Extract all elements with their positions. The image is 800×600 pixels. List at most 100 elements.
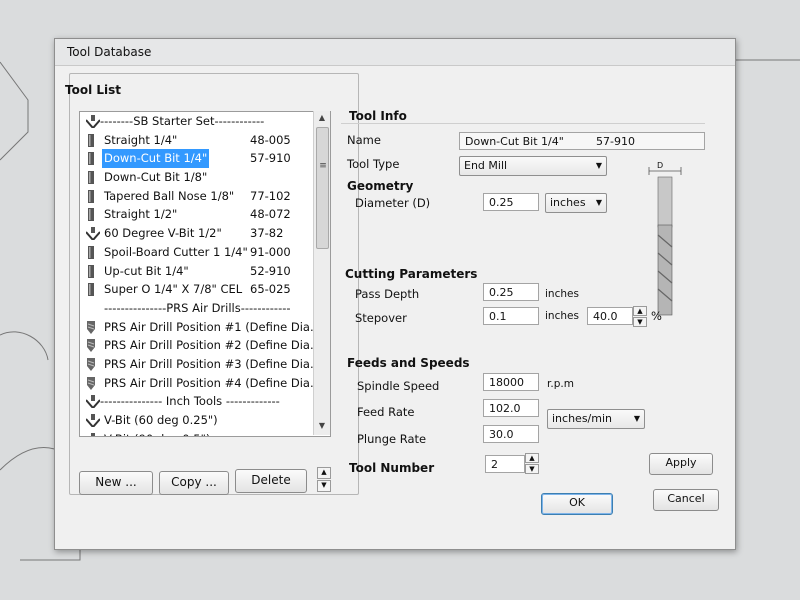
stepover-percent-input[interactable]: 40.0 [587, 307, 633, 325]
delete-button[interactable]: Delete [235, 469, 307, 493]
tool-list-scrollbar[interactable]: ▲ ≡ ▼ [313, 111, 330, 435]
list-group-header[interactable]: ---------------PRS Air Drills-----------… [80, 299, 330, 318]
percent-sign: % [651, 309, 662, 323]
title-bar: Tool Database [55, 39, 735, 66]
tool-name: Tapered Ball Nose 1/8" [104, 188, 235, 203]
rate-units-value: inches/min [552, 412, 612, 425]
window-title: Tool Database [67, 45, 152, 59]
tool-database-dialog: Tool Database Tool List --------SB Start… [54, 38, 736, 550]
end-mill-icon [86, 152, 96, 166]
increment-icon[interactable]: ▲ [525, 453, 539, 463]
end-mill-icon [86, 283, 96, 297]
pass-depth-label: Pass Depth [355, 287, 420, 301]
tool-list-item[interactable]: PRS Air Drill Position #1 (Define Dia.) [80, 318, 330, 337]
tool-type-value: End Mill [464, 159, 508, 172]
tool-name: Down-Cut Bit 1/8" [104, 170, 208, 185]
tool-type-select[interactable]: End Mill ▼ [459, 156, 607, 176]
scroll-down-icon[interactable]: ▼ [317, 421, 327, 431]
tool-list-item[interactable]: Down-Cut Bit 1/8" [80, 168, 330, 187]
tool-name: Super O 1/4" X 7/8" CEL [104, 282, 243, 297]
tool-name: V-Bit (90 deg 0.5") [104, 430, 210, 436]
stepover-units: inches [545, 310, 579, 322]
tool-list-item[interactable]: Super O 1/4" X 7/8" CEL 65-025 [80, 280, 330, 299]
tool-list-item[interactable]: Up-cut Bit 1/4" 52-910 [80, 262, 330, 281]
tool-list-item[interactable]: 60 Degree V-Bit 1/2" 37-82 [80, 224, 330, 243]
tool-name: PRS Air Drill Position #4 (Define Dia.) [104, 375, 319, 390]
decrement-icon[interactable]: ▼ [633, 317, 647, 327]
diameter-label: Diameter (D) [355, 196, 431, 210]
name-field[interactable]: Down-Cut Bit 1/4" 57-910 [459, 132, 705, 150]
ok-button[interactable]: OK [541, 493, 613, 515]
scroll-up-icon[interactable]: ▲ [317, 113, 327, 123]
name-code: 57-910 [596, 135, 635, 148]
tool-list-item[interactable]: V-Bit (90 deg 0.5") [80, 430, 330, 436]
tool-number-spinner[interactable]: ▲ ▼ [525, 453, 539, 474]
tool-list-item[interactable]: Straight 1/4" 48-005 [80, 131, 330, 150]
drill-bit-icon [86, 357, 96, 371]
chevron-down-icon: ▼ [633, 414, 640, 423]
tool-name: --------SB Starter Set------------ [100, 114, 265, 128]
tool-list-item[interactable]: Down-Cut Bit 1/4" 57-910 [80, 149, 330, 169]
diameter-units-select[interactable]: inches ▼ [545, 193, 607, 213]
tool-list-item[interactable]: Straight 1/2" 48-072 [80, 205, 330, 224]
apply-button[interactable]: Apply [649, 453, 713, 475]
new-button[interactable]: New ... [79, 471, 153, 495]
end-mill-icon [86, 245, 96, 259]
v-bit-icon [85, 414, 101, 429]
v-bit-icon [86, 432, 96, 436]
tool-info-heading: Tool Info [349, 109, 407, 123]
diameter-units-value: inches [550, 196, 586, 209]
rate-units-select[interactable]: inches/min ▼ [547, 409, 645, 429]
diameter-input[interactable]: 0.25 [483, 193, 539, 211]
spindle-speed-input[interactable]: 18000 [483, 373, 539, 391]
tool-list-item[interactable]: V-Bit (60 deg 0.25") [80, 411, 330, 430]
increment-icon[interactable]: ▲ [633, 306, 647, 316]
tool-code: 77-102 [250, 188, 291, 203]
tool-code: 91-000 [250, 244, 291, 259]
tool-code: 65-025 [250, 282, 291, 297]
scroll-thumb[interactable] [316, 127, 329, 249]
name-value: Down-Cut Bit 1/4" [465, 135, 564, 148]
tool-list-item[interactable]: Spoil-Board Cutter 1 1/4" 91-000 [80, 243, 330, 262]
tool-list-item[interactable]: PRS Air Drill Position #4 (Define Dia.) [80, 374, 330, 393]
tool-type-label: Tool Type [347, 157, 400, 171]
tool-list-item[interactable]: PRS Air Drill Position #3 (Define Dia.) [80, 355, 330, 374]
drill-bit-icon [86, 376, 96, 390]
drill-bit-icon [86, 339, 96, 353]
copy-button[interactable]: Copy ... [159, 471, 229, 495]
chevron-down-icon: ▼ [595, 161, 602, 170]
tool-code: 48-072 [250, 207, 291, 222]
list-group-header[interactable]: --------------- Inch Tools ------------- [80, 392, 330, 411]
tool-name: PRS Air Drill Position #3 (Define Dia.) [104, 356, 319, 371]
plunge-rate-input[interactable]: 30.0 [483, 425, 539, 443]
move-up-icon[interactable]: ▲ [317, 467, 331, 479]
tool-code: 52-910 [250, 263, 291, 278]
end-mill-icon [86, 171, 96, 185]
decrement-icon[interactable]: ▼ [525, 464, 539, 474]
end-mill-icon [86, 208, 96, 222]
tool-list-item[interactable]: Tapered Ball Nose 1/8" 77-102 [80, 187, 330, 206]
tool-code: 48-005 [250, 132, 291, 147]
v-bit-icon [85, 227, 101, 242]
v-bit-icon [85, 395, 101, 410]
list-order-spinner[interactable]: ▲ ▼ [317, 467, 331, 492]
tool-number-input[interactable]: 2 [485, 455, 525, 473]
feed-rate-label: Feed Rate [357, 405, 415, 419]
pass-depth-input[interactable]: 0.25 [483, 283, 539, 301]
cancel-button[interactable]: Cancel [653, 489, 719, 511]
chevron-down-icon: ▼ [595, 198, 602, 207]
end-mill-icon [86, 264, 96, 278]
tool-list[interactable]: --------SB Starter Set------------ Straig… [79, 111, 331, 437]
name-label: Name [347, 133, 381, 147]
plunge-rate-label: Plunge Rate [357, 432, 427, 446]
move-down-icon[interactable]: ▼ [317, 480, 331, 492]
tool-name: ---------------PRS Air Drills-----------… [104, 300, 291, 315]
feed-rate-input[interactable]: 102.0 [483, 399, 539, 417]
tool-name: PRS Air Drill Position #2 (Define Dia.) [104, 338, 319, 353]
stepover-input[interactable]: 0.1 [483, 307, 539, 325]
tool-name: 60 Degree V-Bit 1/2" [104, 226, 222, 241]
list-group-header[interactable]: --------SB Starter Set------------ [80, 112, 330, 131]
stepover-percent-spinner[interactable]: ▲ ▼ [633, 306, 647, 327]
tool-list-item[interactable]: PRS Air Drill Position #2 (Define Dia.) [80, 336, 330, 355]
tool-number-label: Tool Number [349, 461, 435, 475]
